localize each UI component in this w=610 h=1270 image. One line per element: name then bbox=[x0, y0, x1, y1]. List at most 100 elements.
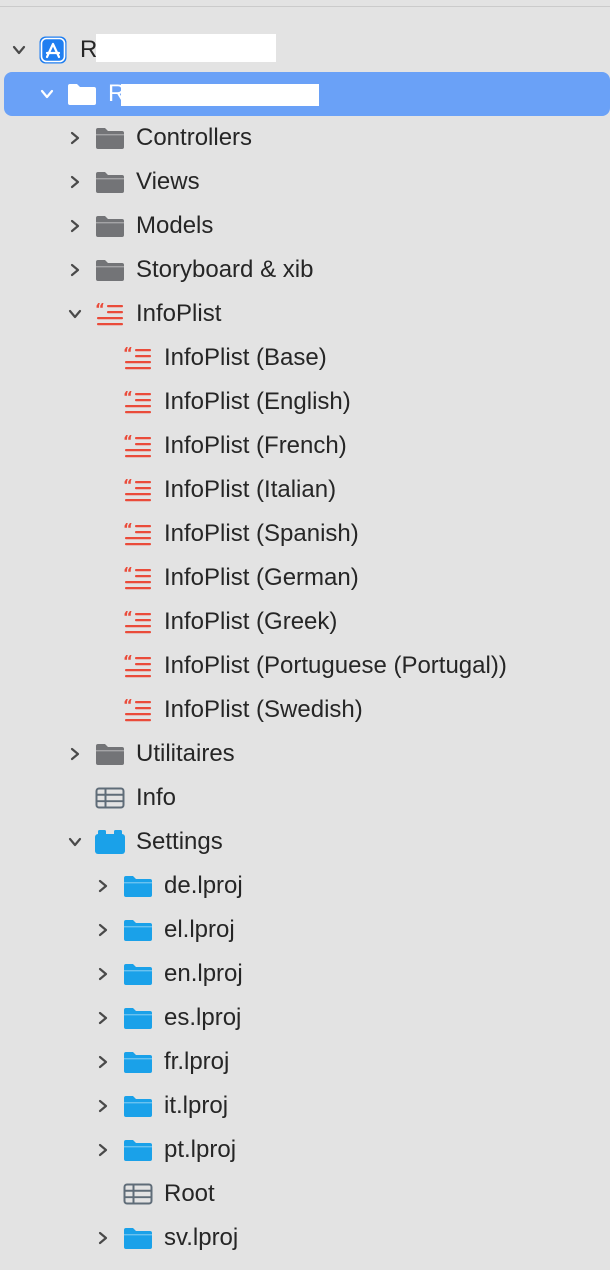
navigator-row-infoplist-german[interactable]: “ InfoPlist (German) bbox=[0, 556, 610, 600]
plist-table-icon bbox=[94, 785, 126, 811]
chevron-right-icon[interactable] bbox=[96, 967, 110, 981]
navigator-row-it-lproj[interactable]: it.lproj bbox=[0, 1084, 610, 1128]
navigator-row-settings[interactable]: Settings bbox=[0, 820, 610, 864]
folder-icon bbox=[94, 741, 126, 767]
navigator-row-label: InfoPlist (Spanish) bbox=[164, 520, 359, 547]
navigator-row-infoplist-french[interactable]: “ InfoPlist (French) bbox=[0, 424, 610, 468]
svg-text:“: “ bbox=[123, 697, 133, 714]
navigator-row-infoplist[interactable]: “ InfoPlist bbox=[0, 292, 610, 336]
settings-bundle-icon bbox=[94, 829, 126, 855]
strings-file-icon: “ bbox=[122, 565, 154, 591]
navigator-row-label: Storyboard & xib bbox=[136, 256, 314, 283]
navigator-row-label: InfoPlist (Greek) bbox=[164, 608, 338, 635]
top-divider bbox=[0, 6, 610, 7]
folder-icon bbox=[94, 169, 126, 195]
navigator-row-en-lproj[interactable]: en.lproj bbox=[0, 952, 610, 996]
blue-folder-icon bbox=[122, 1137, 154, 1163]
navigator-row-label: fr.lproj bbox=[164, 1048, 230, 1075]
svg-text:“: “ bbox=[123, 521, 133, 538]
chevron-right-icon[interactable] bbox=[68, 175, 82, 189]
strings-file-icon: “ bbox=[122, 697, 154, 723]
navigator-row-label: es.lproj bbox=[164, 1004, 242, 1031]
strings-file-icon: “ bbox=[122, 477, 154, 503]
navigator-row-sv-lproj[interactable]: sv.lproj bbox=[0, 1216, 610, 1260]
strings-file-icon: “ bbox=[122, 389, 154, 415]
navigator-row-infoplist-base[interactable]: “ InfoPlist (Base) bbox=[0, 336, 610, 380]
navigator-row-storyboard-xib[interactable]: Storyboard & xib bbox=[0, 248, 610, 292]
navigator-row-label: Root bbox=[164, 1180, 215, 1207]
navigator-row-el-lproj[interactable]: el.lproj bbox=[0, 908, 610, 952]
navigator-row-root[interactable]: Root bbox=[0, 1172, 610, 1216]
redaction-mask-target bbox=[121, 84, 319, 106]
chevron-down-icon[interactable] bbox=[40, 87, 54, 101]
chevron-right-icon[interactable] bbox=[68, 131, 82, 145]
navigator-row-label: InfoPlist (Base) bbox=[164, 344, 327, 371]
chevron-right-icon[interactable] bbox=[96, 1231, 110, 1245]
navigator-row-utilitaires[interactable]: Utilitaires bbox=[0, 732, 610, 776]
plist-table-icon bbox=[122, 1181, 154, 1207]
navigator-row-label: pt.lproj bbox=[164, 1136, 237, 1163]
navigator-row-label: Views bbox=[136, 168, 200, 195]
navigator-row-label: sv.lproj bbox=[164, 1224, 239, 1251]
strings-file-icon: “ bbox=[122, 609, 154, 635]
app-store-icon bbox=[38, 35, 70, 64]
navigator-row-de-lproj[interactable]: de.lproj bbox=[0, 864, 610, 908]
folder-icon bbox=[94, 213, 126, 239]
navigator-row-fr-lproj[interactable]: fr.lproj bbox=[0, 1040, 610, 1084]
chevron-right-icon[interactable] bbox=[68, 263, 82, 277]
blue-folder-icon bbox=[122, 873, 154, 899]
navigator-row-label: InfoPlist (Swedish) bbox=[164, 696, 363, 723]
strings-file-icon: “ bbox=[122, 345, 154, 371]
navigator-row-label: Utilitaires bbox=[136, 740, 235, 767]
blue-folder-icon bbox=[122, 1005, 154, 1031]
strings-file-icon: “ bbox=[122, 433, 154, 459]
chevron-right-icon[interactable] bbox=[96, 1055, 110, 1069]
blue-folder-icon bbox=[122, 1049, 154, 1075]
svg-text:“: “ bbox=[123, 433, 133, 450]
navigator-row-infoplist-english[interactable]: “ InfoPlist (English) bbox=[0, 380, 610, 424]
navigator-row-label: InfoPlist (Portuguese (Portugal)) bbox=[164, 652, 507, 679]
chevron-right-icon[interactable] bbox=[68, 219, 82, 233]
navigator-row-label: de.lproj bbox=[164, 872, 243, 899]
navigator-row-infoplist-portuguese-portugal[interactable]: “ InfoPlist (Portuguese (Portugal)) bbox=[0, 644, 610, 688]
folder-icon bbox=[66, 81, 98, 107]
navigator-row-label: it.lproj bbox=[164, 1092, 229, 1119]
chevron-right-icon[interactable] bbox=[68, 747, 82, 761]
navigator-row-controllers[interactable]: Controllers bbox=[0, 116, 610, 160]
redaction-mask-project bbox=[96, 34, 276, 62]
svg-text:“: “ bbox=[123, 477, 133, 494]
folder-icon bbox=[94, 125, 126, 151]
svg-text:“: “ bbox=[123, 389, 133, 406]
folder-icon bbox=[94, 257, 126, 283]
navigator-row-infoplist-italian[interactable]: “ InfoPlist (Italian) bbox=[0, 468, 610, 512]
chevron-right-icon[interactable] bbox=[96, 1143, 110, 1157]
navigator-row-r[interactable]: R bbox=[0, 28, 610, 72]
chevron-down-icon[interactable] bbox=[12, 43, 26, 57]
navigator-row-pt-lproj[interactable]: pt.lproj bbox=[0, 1128, 610, 1172]
navigator-row-label: Controllers bbox=[136, 124, 253, 151]
navigator-row-info[interactable]: Info bbox=[0, 776, 610, 820]
strings-file-icon: “ bbox=[122, 653, 154, 679]
navigator-row-label: InfoPlist (French) bbox=[164, 432, 347, 459]
svg-text:“: “ bbox=[123, 653, 133, 670]
chevron-down-icon[interactable] bbox=[68, 835, 82, 849]
navigator-row-label: InfoPlist bbox=[136, 300, 222, 327]
navigator-row-es-lproj[interactable]: es.lproj bbox=[0, 996, 610, 1040]
svg-text:“: “ bbox=[123, 565, 133, 582]
blue-folder-icon bbox=[122, 1225, 154, 1251]
navigator-row-infoplist-greek[interactable]: “ InfoPlist (Greek) bbox=[0, 600, 610, 644]
navigator-row-views[interactable]: Views bbox=[0, 160, 610, 204]
chevron-right-icon[interactable] bbox=[96, 1099, 110, 1113]
navigator-row-models[interactable]: Models bbox=[0, 204, 610, 248]
chevron-right-icon[interactable] bbox=[96, 923, 110, 937]
strings-file-icon: “ bbox=[94, 301, 126, 327]
navigator-row-infoplist-spanish[interactable]: “ InfoPlist (Spanish) bbox=[0, 512, 610, 556]
project-navigator: R R Controllers Views Models Storyboard & xib… bbox=[0, 28, 610, 1260]
svg-text:“: “ bbox=[123, 345, 133, 362]
chevron-right-icon[interactable] bbox=[96, 1011, 110, 1025]
navigator-row-infoplist-swedish[interactable]: “ InfoPlist (Swedish) bbox=[0, 688, 610, 732]
navigator-row-label: en.lproj bbox=[164, 960, 243, 987]
chevron-right-icon[interactable] bbox=[96, 879, 110, 893]
navigator-row-label: el.lproj bbox=[164, 916, 235, 943]
chevron-down-icon[interactable] bbox=[68, 307, 82, 321]
